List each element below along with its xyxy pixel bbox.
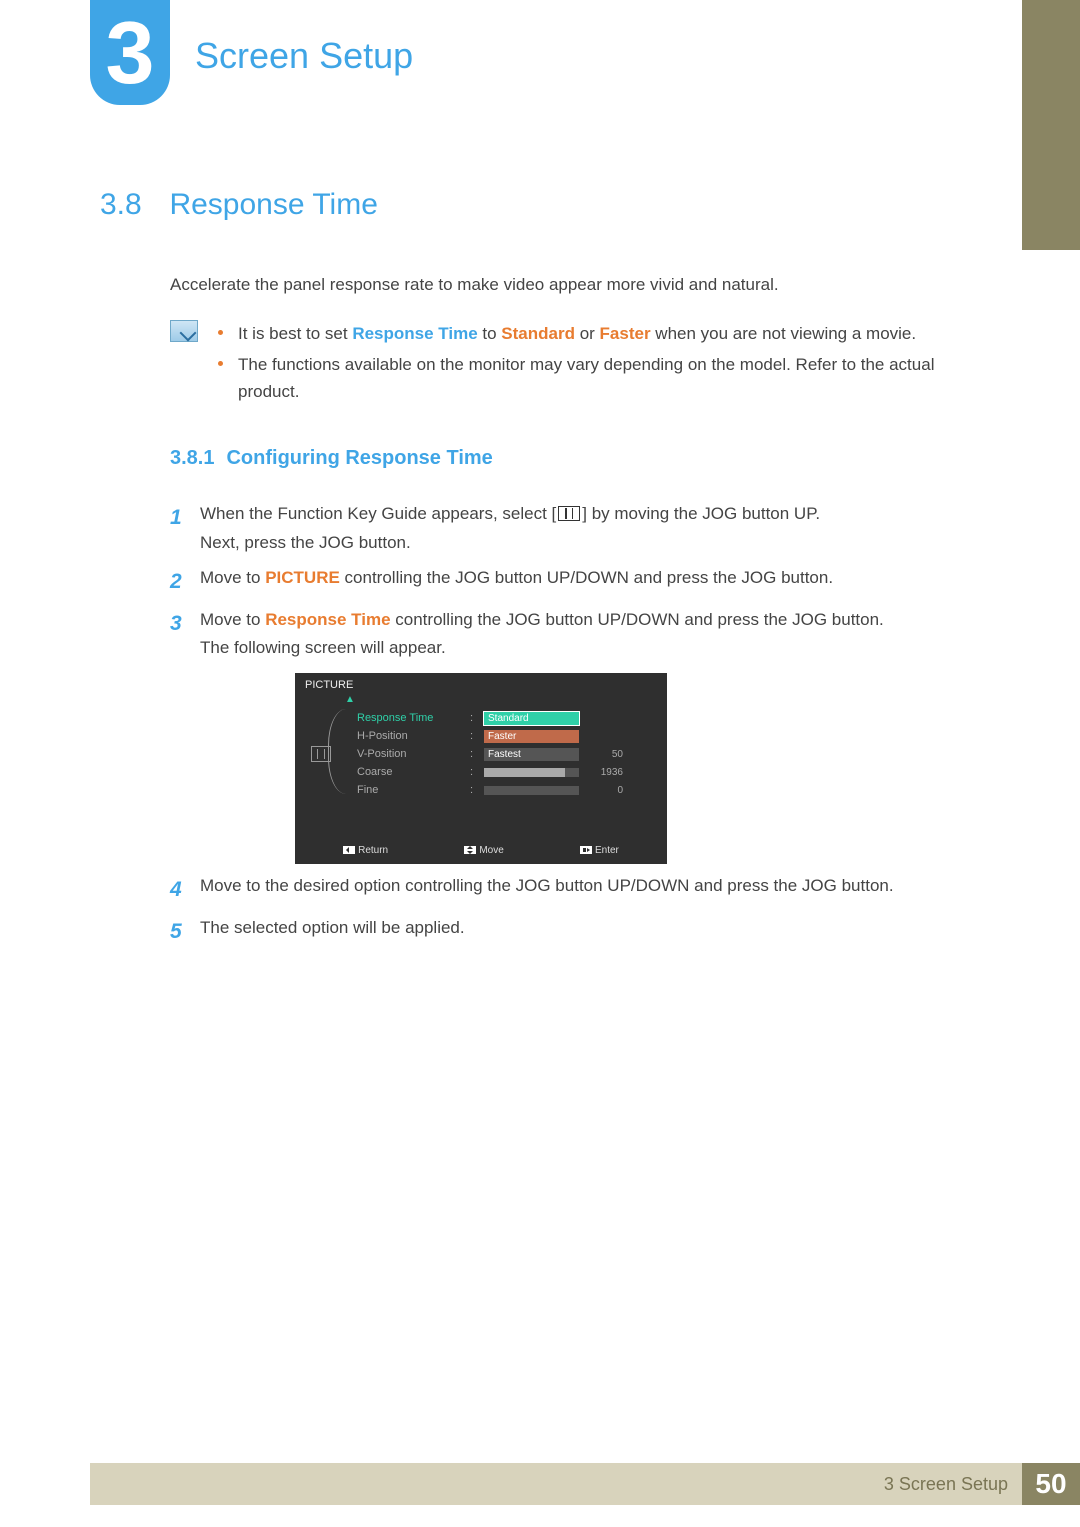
step-item: 2 Move to PICTURE controlling the JOG bu… — [170, 564, 1000, 600]
note-term: Response Time — [352, 324, 477, 343]
osd-value: 0 — [587, 785, 623, 796]
step-text: Move to — [200, 568, 265, 587]
step-text: Move to the desired option controlling t… — [200, 872, 1000, 908]
step-term: Response Time — [265, 610, 390, 629]
osd-value: 50 — [587, 749, 623, 760]
note-icon — [170, 320, 198, 342]
colon: : — [470, 748, 476, 760]
page-number: 50 — [1022, 1463, 1080, 1505]
subsection-number: 3.8.1 — [170, 447, 214, 469]
note-term: Standard — [501, 324, 575, 343]
section-intro: Accelerate the panel response rate to ma… — [170, 272, 1000, 298]
step-number: 1 — [170, 500, 200, 558]
step-text: The following screen will appear. — [200, 638, 446, 657]
osd-up-arrow-icon: ▲ — [295, 695, 667, 705]
subsection-title: Configuring Response Time — [226, 447, 492, 469]
step-text: controlling the JOG button UP/DOWN and p… — [340, 568, 833, 587]
step-number: 5 — [170, 914, 200, 950]
step-text: Move to — [200, 610, 265, 629]
step-number: 2 — [170, 564, 200, 600]
chapter-number-tab: 3 — [90, 0, 170, 105]
picture-icon — [311, 746, 331, 762]
osd-option: Faster — [484, 730, 579, 743]
section-title: Response Time — [169, 188, 377, 222]
colon: : — [470, 712, 476, 724]
chapter-title: Screen Setup — [195, 35, 413, 77]
step-item: 3 Move to Response Time controlling the … — [170, 606, 1000, 664]
osd-footer-return: Return — [343, 845, 388, 856]
step-number: 3 — [170, 606, 200, 664]
step-text: ] by moving the JOG button UP. — [582, 504, 820, 523]
note-block: It is best to set Response Time to Stand… — [170, 320, 1000, 410]
step-text: When the Function Key Guide appears, sel… — [200, 504, 556, 523]
section-number: 3.8 — [100, 188, 165, 222]
side-band — [1022, 0, 1080, 250]
footer-label: 3 Screen Setup — [884, 1474, 1008, 1495]
osd-row: Coarse : 1936 — [357, 763, 657, 781]
osd-label: V-Position — [357, 748, 462, 760]
step-item: 4 Move to the desired option controlling… — [170, 872, 1000, 908]
osd-label: H-Position — [357, 730, 462, 742]
osd-label: Fine — [357, 784, 462, 796]
osd-slider — [484, 786, 579, 795]
step-item: 5 The selected option will be applied. — [170, 914, 1000, 950]
step-text: Next, press the JOG button. — [200, 533, 411, 552]
page-footer: 3 Screen Setup 50 — [90, 1463, 1080, 1505]
osd-screenshot: PICTURE ▲ Response Time : Standard H-Pos… — [295, 673, 667, 864]
osd-label: Coarse — [357, 766, 462, 778]
colon: : — [470, 730, 476, 742]
note-text: to — [478, 324, 502, 343]
note-item: The functions available on the monitor m… — [216, 351, 1000, 405]
step-item: 1 When the Function Key Guide appears, s… — [170, 500, 1000, 558]
osd-row: H-Position : Faster — [357, 727, 657, 745]
colon: : — [470, 784, 476, 796]
step-text: controlling the JOG button UP/DOWN and p… — [391, 610, 884, 629]
osd-footer-enter: Enter — [580, 845, 619, 856]
note-text: It is best to set — [238, 324, 352, 343]
note-text: or — [575, 324, 600, 343]
colon: : — [470, 766, 476, 778]
osd-footer: Return Move Enter — [295, 839, 667, 858]
osd-option: Fastest — [484, 748, 579, 761]
osd-row: Fine : 0 — [357, 781, 657, 799]
subsection-heading: 3.8.1 Configuring Response Time — [170, 447, 1000, 470]
osd-row: Response Time : Standard — [357, 709, 657, 727]
osd-header: PICTURE — [295, 673, 667, 695]
menu-icon — [558, 506, 580, 521]
step-term: PICTURE — [265, 568, 340, 587]
note-term: Faster — [600, 324, 651, 343]
osd-label: Response Time — [357, 712, 462, 724]
step-number: 4 — [170, 872, 200, 908]
osd-footer-move: Move — [464, 845, 503, 856]
note-item: It is best to set Response Time to Stand… — [216, 320, 1000, 347]
osd-slider — [484, 768, 579, 777]
osd-option-selected: Standard — [484, 712, 579, 725]
osd-value: 1936 — [587, 767, 623, 778]
osd-row: V-Position : Fastest 50 — [357, 745, 657, 763]
note-text: when you are not viewing a movie. — [651, 324, 917, 343]
step-text: The selected option will be applied. — [200, 914, 1000, 950]
